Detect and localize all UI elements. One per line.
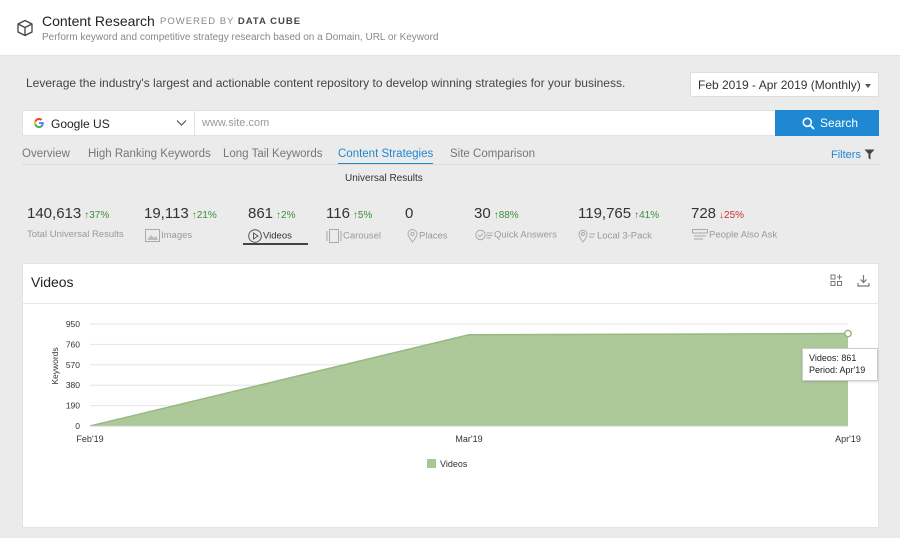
chart-legend[interactable]: Videos bbox=[427, 459, 467, 469]
x-tick-label: Mar'19 bbox=[455, 434, 482, 444]
y-axis-label: Keywords bbox=[50, 347, 60, 384]
y-tick-label: 760 bbox=[66, 339, 80, 349]
area-series-videos bbox=[90, 333, 848, 426]
y-tick-label: 380 bbox=[66, 380, 80, 390]
y-tick-label: 950 bbox=[66, 319, 80, 329]
x-tick-label: Feb'19 bbox=[76, 434, 103, 444]
data-point-highlight bbox=[844, 329, 852, 338]
tooltip-line-1: Videos: 861 bbox=[809, 353, 857, 363]
legend-label: Videos bbox=[440, 459, 468, 469]
tooltip-line-2: Period: Apr'19 bbox=[809, 365, 866, 375]
chart-tooltip: Videos: 861 Period: Apr'19 bbox=[802, 348, 878, 381]
y-tick-label: 190 bbox=[66, 401, 80, 411]
videos-area-chart: 0 190 380 570 760 950 Feb'19 Mar'19 Apr'19 Keywor… bbox=[50, 319, 861, 444]
x-tick-label: Apr'19 bbox=[835, 434, 861, 444]
legend-swatch bbox=[427, 459, 436, 468]
y-tick-label: 570 bbox=[66, 360, 80, 370]
y-tick-label: 0 bbox=[75, 421, 80, 431]
